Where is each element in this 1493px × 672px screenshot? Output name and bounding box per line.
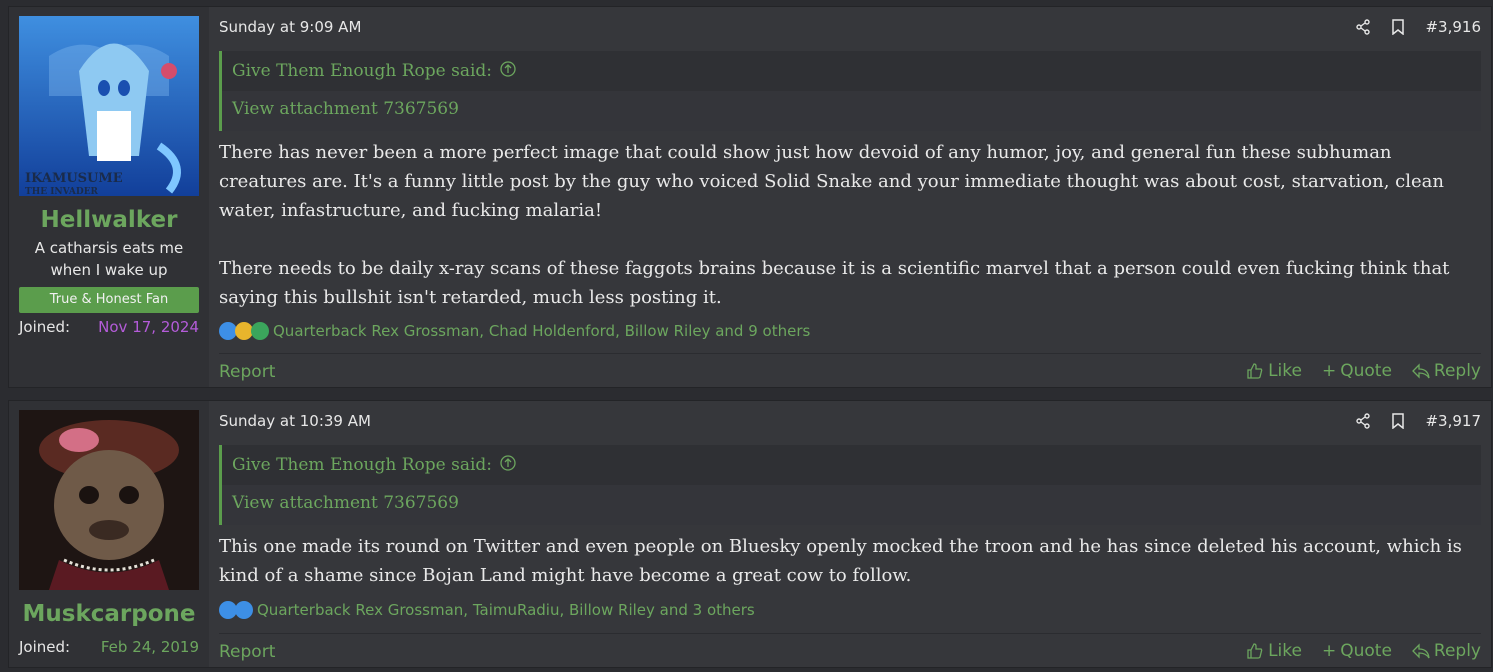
- reactions-bar[interactable]: Quarterback Rex Grossman, TaimuRadiu, Bi…: [219, 601, 755, 619]
- reactions-list[interactable]: Quarterback Rex Grossman, Chad Holdenfor…: [273, 322, 810, 340]
- avatar[interactable]: IKAMUSUME THE INVADER: [19, 16, 199, 196]
- user-cell: Muskcarpone Joined: Feb 24, 2019: [9, 401, 209, 667]
- post-3916: IKAMUSUME THE INVADER Hellwalker A catha…: [8, 6, 1492, 388]
- post-actions-top: #3,917: [1355, 412, 1481, 430]
- bookmark-icon[interactable]: [1391, 19, 1405, 35]
- joined-date: Feb 24, 2019: [100, 638, 199, 656]
- bookmark-icon[interactable]: [1391, 413, 1405, 429]
- check-icon: [251, 322, 269, 340]
- user-title-line1: A catharsis eats me: [34, 239, 184, 257]
- plus-icon: +: [1321, 641, 1337, 661]
- plus-icon: +: [1321, 361, 1337, 381]
- message-body: There has never been a more perfect imag…: [219, 138, 1473, 312]
- reply-icon: [1411, 363, 1430, 379]
- username[interactable]: Hellwalker: [9, 207, 209, 233]
- svg-text:THE INVADER: THE INVADER: [25, 187, 99, 196]
- quote-author[interactable]: Give Them Enough Rope said:: [232, 455, 492, 475]
- svg-text:IKAMUSUME: IKAMUSUME: [25, 171, 123, 186]
- quote-header[interactable]: Give Them Enough Rope said:: [232, 59, 516, 83]
- post-number[interactable]: #3,917: [1425, 412, 1481, 430]
- avatar[interactable]: [19, 410, 199, 590]
- attachment-link[interactable]: View attachment 7367569: [232, 493, 459, 513]
- post-date[interactable]: Sunday at 10:39 AM: [219, 412, 371, 430]
- post-main: Sunday at 10:39 AM #3,917 Give Them Enou…: [219, 401, 1481, 667]
- share-icon[interactable]: [1355, 19, 1371, 35]
- reply-button[interactable]: Reply: [1411, 641, 1481, 661]
- like-button[interactable]: Like: [1246, 361, 1302, 381]
- report-link[interactable]: Report: [219, 362, 275, 382]
- message-paragraph: This one made its round on Twitter and e…: [219, 536, 1462, 586]
- post-footer: Report Like + Quote Reply: [219, 633, 1481, 668]
- post-3917: Muskcarpone Joined: Feb 24, 2019 Sunday …: [8, 400, 1492, 668]
- like-button[interactable]: Like: [1246, 641, 1302, 661]
- user-banner: True & Honest Fan: [19, 287, 199, 313]
- username[interactable]: Muskcarpone: [9, 601, 209, 627]
- message-paragraph: There has never been a more perfect imag…: [219, 142, 1444, 221]
- user-cell: IKAMUSUME THE INVADER Hellwalker A catha…: [9, 7, 209, 387]
- post-date[interactable]: Sunday at 9:09 AM: [219, 18, 361, 36]
- thumbs-up-icon: [1247, 363, 1263, 379]
- reply-button[interactable]: Reply: [1411, 361, 1481, 381]
- message-paragraph: There needs to be daily x-ray scans of t…: [219, 258, 1450, 308]
- reactions-bar[interactable]: Quarterback Rex Grossman, Chad Holdenfor…: [219, 322, 810, 340]
- quote-button[interactable]: + Quote: [1322, 641, 1392, 661]
- post-number[interactable]: #3,916: [1425, 18, 1481, 36]
- arrow-up-circle-icon[interactable]: [500, 454, 516, 476]
- quote-block: Give Them Enough Rope said: View attachm…: [219, 445, 1481, 525]
- joined-label: Joined:: [19, 638, 71, 656]
- joined-date: Nov 17, 2024: [98, 318, 199, 336]
- share-icon[interactable]: [1355, 413, 1371, 429]
- user-title-line2: when I wake up: [50, 261, 168, 279]
- joined-label: Joined:: [19, 318, 71, 336]
- message-body: This one made its round on Twitter and e…: [219, 532, 1473, 590]
- quote-body: View attachment 7367569: [222, 91, 1481, 131]
- report-link[interactable]: Report: [219, 642, 275, 662]
- post-footer: Report Like + Quote Reply: [219, 353, 1481, 388]
- quote-body: View attachment 7367569: [222, 485, 1481, 525]
- reply-icon: [1411, 643, 1430, 659]
- reactions-list[interactable]: Quarterback Rex Grossman, TaimuRadiu, Bi…: [257, 601, 755, 619]
- thumbs-up-icon: [235, 601, 253, 619]
- thumbs-up-icon: [1247, 643, 1263, 659]
- post-actions-top: #3,916: [1355, 18, 1481, 36]
- post-main: Sunday at 9:09 AM #3,916 Give Them Enoug…: [219, 7, 1481, 387]
- quote-block: Give Them Enough Rope said: View attachm…: [219, 51, 1481, 131]
- arrow-up-circle-icon[interactable]: [500, 60, 516, 82]
- quote-header[interactable]: Give Them Enough Rope said:: [232, 453, 516, 477]
- quote-button[interactable]: + Quote: [1322, 361, 1392, 381]
- attachment-link[interactable]: View attachment 7367569: [232, 99, 459, 119]
- quote-author[interactable]: Give Them Enough Rope said:: [232, 61, 492, 81]
